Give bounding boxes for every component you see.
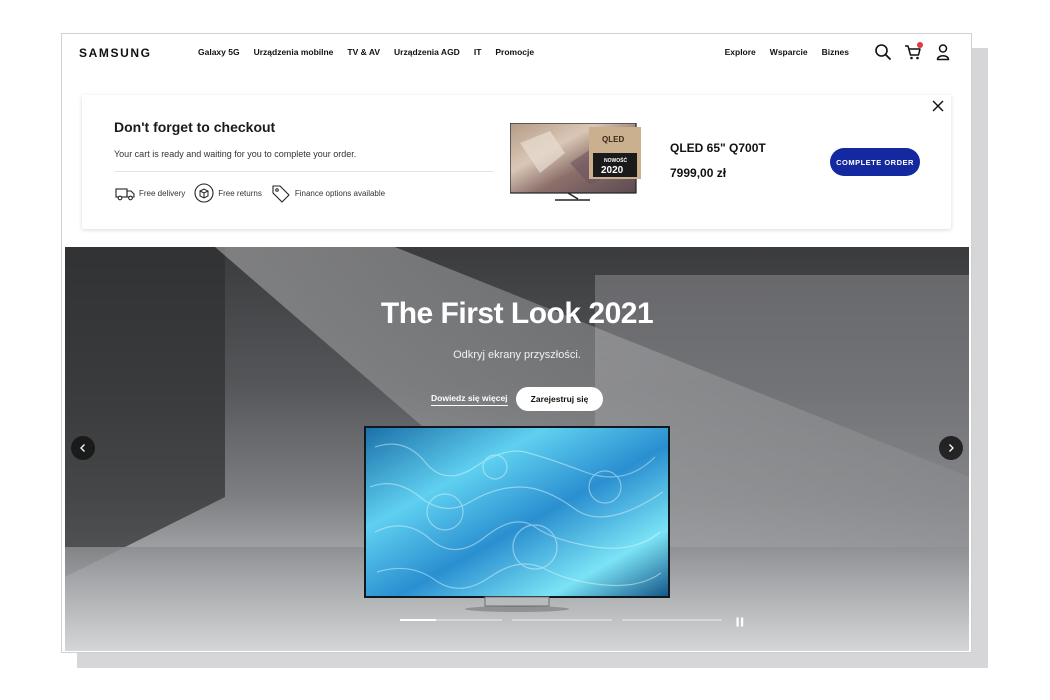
hero-subtitle: Odkryj ekrany przyszłości. <box>453 349 581 361</box>
hero-carousel: The First Look 2021 Odkryj ekrany przysz… <box>65 247 969 651</box>
nav-item-it[interactable]: IT <box>474 47 482 57</box>
nav-item-mobile-devices[interactable]: Urządzenia mobilne <box>254 47 334 57</box>
search-icon[interactable] <box>873 42 893 62</box>
carousel-next-button[interactable] <box>939 436 963 460</box>
chevron-right-icon <box>949 444 954 452</box>
user-icon[interactable] <box>933 42 953 62</box>
year-badge: 2020 <box>601 165 624 176</box>
new-badge: NOWOŚĆ <box>604 158 628 164</box>
return-box-icon <box>193 182 215 204</box>
benefits-list: Free delivery Free returns Finance optio… <box>114 182 385 204</box>
header-icons <box>873 42 953 62</box>
nav-item-promotions[interactable]: Promocje <box>495 47 534 57</box>
banner-subtitle: Your cart is ready and waiting for you t… <box>114 149 357 159</box>
carousel-progress-1-track <box>436 619 502 621</box>
benefit-finance-options: Finance options available <box>270 182 385 204</box>
benefit-free-returns: Free returns <box>193 182 262 204</box>
complete-order-button[interactable]: COMPLETE ORDER <box>830 148 920 176</box>
register-button[interactable]: Zarejestruj się <box>516 387 603 411</box>
checkout-reminder-banner: Don't forget to checkout Your cart is re… <box>82 95 951 229</box>
benefit-free-delivery: Free delivery <box>114 182 185 204</box>
carousel-progress-1[interactable] <box>400 619 436 621</box>
nav-item-support[interactable]: Wsparcie <box>770 47 808 57</box>
nav-item-home-appliances[interactable]: Urządzenia AGD <box>394 47 460 57</box>
product-image-tv[interactable]: QLED NOWOŚĆ 2020 <box>509 122 644 201</box>
hero-title: The First Look 2021 <box>380 297 654 330</box>
price-tag-icon <box>270 182 292 204</box>
browser-page: SAMSUNG Galaxy 5G Urządzenia mobilne TV … <box>61 33 972 653</box>
carousel-prev-button[interactable] <box>71 436 95 460</box>
benefit-label: Finance options available <box>294 188 386 198</box>
nav-item-tv-av[interactable]: TV & AV <box>347 47 380 57</box>
qled-badge: QLED <box>602 135 625 144</box>
nav-item-explore[interactable]: Explore <box>725 47 756 57</box>
learn-more-link[interactable]: Dowiedz się więcej <box>431 393 508 406</box>
benefit-label: Free returns <box>218 188 262 198</box>
nav-item-business[interactable]: Biznes <box>822 47 849 57</box>
benefit-label: Free delivery <box>139 188 186 198</box>
cart-badge <box>917 42 923 48</box>
carousel-progress-2[interactable] <box>512 619 612 621</box>
truck-icon <box>114 182 136 204</box>
screenshot-stage: SAMSUNG Galaxy 5G Urządzenia mobilne TV … <box>0 0 1050 700</box>
utility-nav: Explore Wsparcie Biznes <box>725 47 849 57</box>
cart-icon[interactable] <box>903 42 923 62</box>
close-icon[interactable] <box>931 99 945 113</box>
main-nav: Galaxy 5G Urządzenia mobilne TV & AV Urz… <box>198 47 534 57</box>
carousel-progress-3[interactable] <box>622 619 722 621</box>
banner-title: Don't forget to checkout <box>114 119 276 135</box>
chevron-left-icon <box>80 444 85 452</box>
pause-icon[interactable] <box>736 614 744 627</box>
samsung-logo[interactable]: SAMSUNG <box>79 46 152 60</box>
banner-divider <box>114 171 494 172</box>
site-header: SAMSUNG Galaxy 5G Urządzenia mobilne TV … <box>62 34 971 72</box>
nav-item-galaxy-5g[interactable]: Galaxy 5G <box>198 47 240 57</box>
product-name: QLED 65" Q700T <box>670 141 766 155</box>
product-price: 7999,00 zł <box>670 166 727 180</box>
